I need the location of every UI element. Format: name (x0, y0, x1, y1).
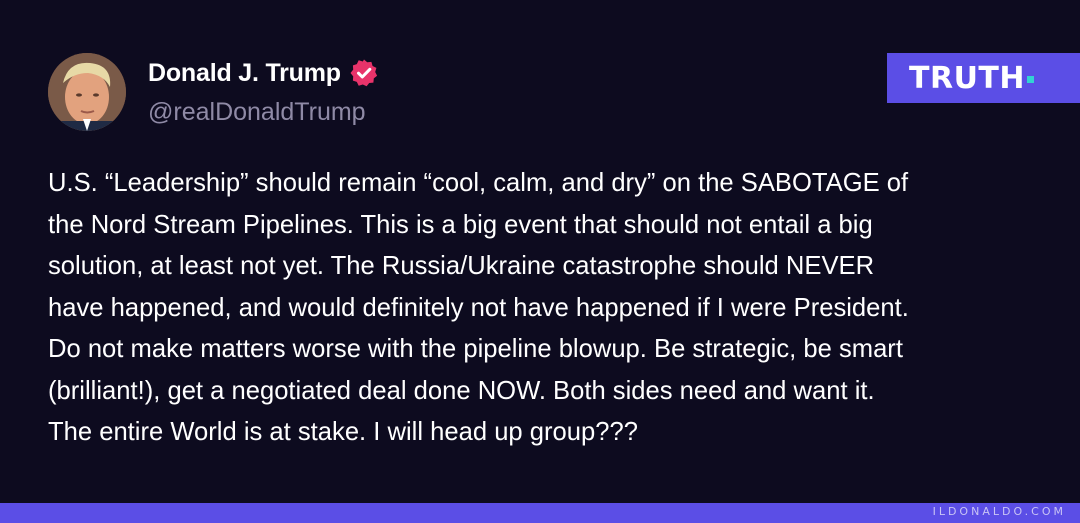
brand-dot-icon (1027, 75, 1034, 83)
post-text-line: have happened, and would definitely not … (48, 293, 909, 322)
author-name-row: Donald J. Trump (148, 58, 379, 88)
truth-logo: TRUTH (887, 53, 1080, 103)
post-text-line: solution, at least not yet. The Russia/U… (48, 252, 875, 280)
post-text-line: U.S. “Leadership” should remain “cool, c… (48, 169, 909, 197)
watermark: ILDONALDO.COM (932, 505, 1066, 518)
post-text-line: The entire World is at stake. I will hea… (48, 418, 638, 446)
profile-photo-icon (48, 53, 126, 131)
post-text: U.S. “Leadership” should remain “cool, c… (48, 163, 1038, 454)
post-text-line: (brilliant!), get a negotiated deal done… (48, 376, 875, 405)
avatar[interactable] (48, 53, 126, 131)
post-text-line: Do not make matters worse with the pipel… (48, 335, 903, 363)
verified-badge-icon (350, 59, 377, 87)
footer-bar (0, 503, 1080, 523)
post-text-line: the Nord Stream Pipelines. This is a big… (48, 210, 873, 239)
brand-wordmark: TRUTH (909, 60, 1025, 96)
user-handle[interactable]: @realDonaldTrump (148, 98, 366, 127)
display-name[interactable]: Donald J. Trump (148, 59, 341, 88)
post-card: Donald J. Trump @realDonaldTrump TRUTH U… (0, 0, 1080, 523)
